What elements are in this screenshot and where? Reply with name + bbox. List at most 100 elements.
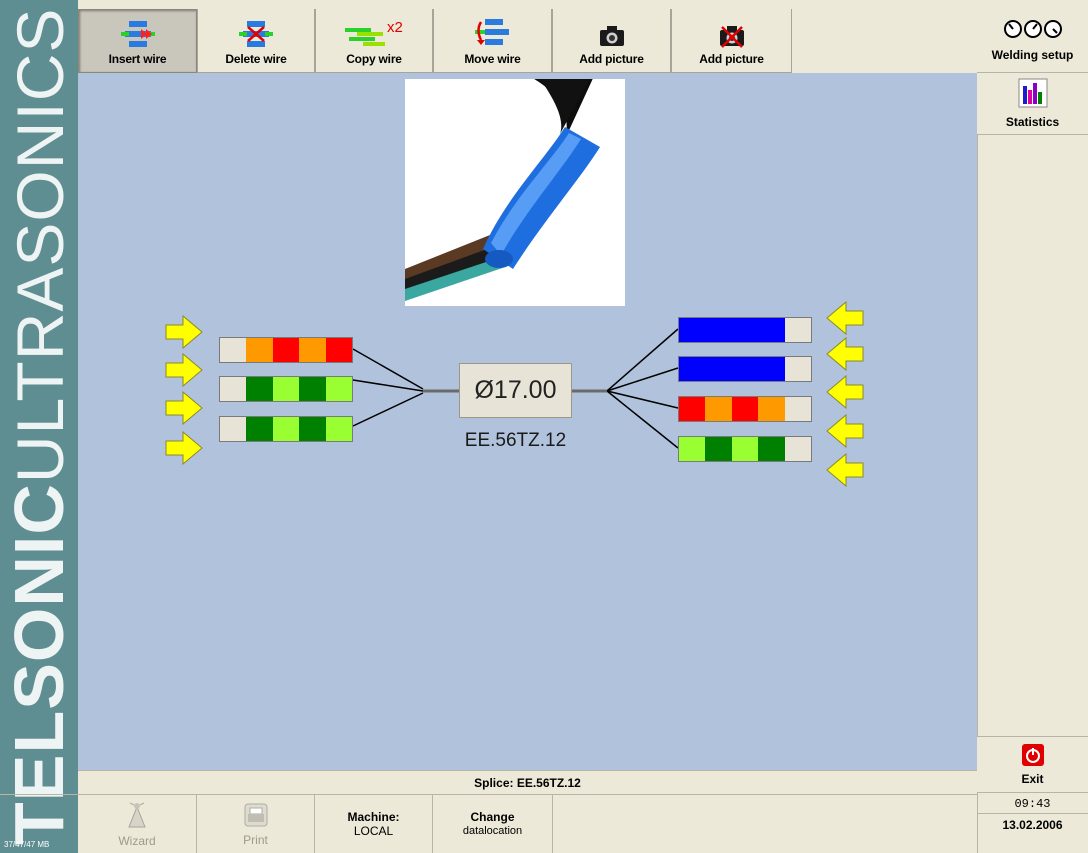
wire-color-segment [679, 397, 706, 421]
left-wire-3[interactable] [219, 416, 353, 442]
input-arrow-icon[interactable] [165, 314, 203, 350]
clock-time: 09:43 [977, 795, 1088, 814]
wire-color-segment [679, 437, 706, 461]
wire-color-segment [705, 318, 732, 342]
wire-color-segment [299, 377, 326, 401]
right-wire-2[interactable] [678, 356, 812, 382]
printer-icon [243, 802, 269, 833]
wizard-icon [124, 801, 150, 834]
wire-color-segment [705, 357, 732, 381]
exit-button[interactable]: Exit [977, 736, 1088, 793]
input-arrow-icon[interactable] [165, 430, 203, 466]
splice-id: EE.56TZ.12 [464, 430, 567, 451]
copy-badge: x2 [387, 19, 403, 36]
datalocation-label: datalocation [462, 825, 523, 837]
exit-label: Exit [1021, 772, 1044, 786]
wire-color-segment [272, 338, 300, 362]
left-wire-1[interactable] [219, 337, 353, 363]
wire-color-segment [325, 338, 353, 362]
wire-color-segment [246, 338, 273, 362]
wire-color-segment [758, 397, 785, 421]
delete-wire-button[interactable]: Delete wire [197, 9, 315, 73]
output-arrow-icon[interactable] [826, 413, 864, 449]
wire-color-segment [758, 357, 785, 381]
brand-name-bold: TELSONIC [0, 483, 78, 845]
output-arrow-icon[interactable] [826, 300, 864, 336]
welding-setup-label: Welding setup [991, 48, 1074, 62]
wire-color-segment [272, 417, 300, 441]
copy-wire-label: Copy wire [346, 52, 402, 66]
welding-setup-button[interactable]: Welding setup [977, 9, 1088, 73]
wire-color-segment [220, 377, 247, 401]
camera-icon [599, 18, 625, 48]
gauges-icon [1003, 19, 1063, 44]
copy-wire-icon: x2 [343, 18, 405, 48]
add-picture-label: Add picture [579, 52, 644, 66]
add-picture-button[interactable]: Add picture [552, 9, 671, 73]
print-button[interactable]: Print [197, 795, 315, 853]
machine-label: Machine: [347, 810, 400, 824]
wire-color-segment [246, 417, 273, 441]
move-wire-icon [474, 18, 511, 48]
output-arrow-icon[interactable] [826, 374, 864, 410]
machine-button[interactable]: Machine: LOCAL [315, 795, 433, 853]
wire-color-segment [731, 318, 759, 342]
wire-color-segment [220, 417, 247, 441]
move-wire-label: Move wire [464, 52, 521, 66]
delete-wire-label: Delete wire [225, 52, 287, 66]
wire-color-segment [299, 417, 326, 441]
wire-color-segment [784, 357, 812, 381]
wire-color-segment [220, 338, 247, 362]
print-label: Print [243, 832, 268, 847]
wire-color-segment [299, 338, 326, 362]
memory-status: 37/47/47 MB [4, 840, 50, 849]
wire-color-segment [758, 437, 785, 461]
right-wire-1[interactable] [678, 317, 812, 343]
statistics-icon [1018, 78, 1048, 113]
wire-color-segment [679, 357, 706, 381]
right-wire-4[interactable] [678, 436, 812, 462]
right-wire-3[interactable] [678, 396, 812, 422]
camera-remove-icon [719, 18, 745, 48]
change-datalocation-button[interactable]: Change datalocation [433, 795, 553, 853]
wire-color-segment [705, 437, 732, 461]
insert-wire-label: Insert wire [108, 52, 167, 66]
brand-name-light: ULTRASONICS [3, 7, 77, 484]
wire-color-segment [325, 377, 353, 401]
insert-wire-button[interactable]: Insert wire [78, 9, 197, 73]
brand-logo: TELSONICULTRASONICS [0, 7, 78, 845]
input-arrow-icon[interactable] [165, 352, 203, 388]
wire-color-segment [272, 377, 300, 401]
input-arrow-icon[interactable] [165, 390, 203, 426]
output-arrow-icon[interactable] [826, 452, 864, 488]
wire-color-segment [679, 318, 706, 342]
remove-picture-label: Add picture [699, 52, 764, 66]
brand-strip: TELSONICULTRASONICS [0, 0, 78, 853]
wizard-button[interactable]: Wizard [78, 795, 197, 853]
insert-wire-icon [120, 18, 155, 48]
wire-color-segment [731, 357, 759, 381]
wizard-label: Wizard [118, 833, 156, 848]
wire-color-segment [784, 318, 812, 342]
delete-wire-icon [239, 18, 273, 48]
statistics-button[interactable]: Statistics [977, 73, 1088, 135]
wire-color-segment [325, 417, 353, 441]
splice-status-label: Splice: EE.56TZ.12 [474, 775, 581, 790]
right-panel [977, 9, 1088, 853]
wire-color-segment [731, 397, 759, 421]
wire-color-segment [731, 437, 759, 461]
clock-date: 13.02.2006 [1002, 818, 1063, 832]
status-bar: Splice: EE.56TZ.12 [78, 770, 977, 794]
wire-color-segment [705, 397, 732, 421]
output-arrow-icon[interactable] [826, 336, 864, 372]
left-wire-2[interactable] [219, 376, 353, 402]
power-icon [1021, 743, 1045, 772]
copy-wire-button[interactable]: x2 Copy wire [315, 9, 433, 73]
statistics-label: Statistics [1005, 115, 1060, 129]
wire-color-segment [784, 437, 812, 461]
move-wire-button[interactable]: Move wire [433, 9, 552, 73]
change-label: Change [470, 810, 515, 824]
splice-diameter[interactable]: Ø17.00 [459, 363, 572, 418]
toolbar-spacer [792, 9, 977, 73]
remove-picture-button[interactable]: Add picture [671, 9, 792, 73]
